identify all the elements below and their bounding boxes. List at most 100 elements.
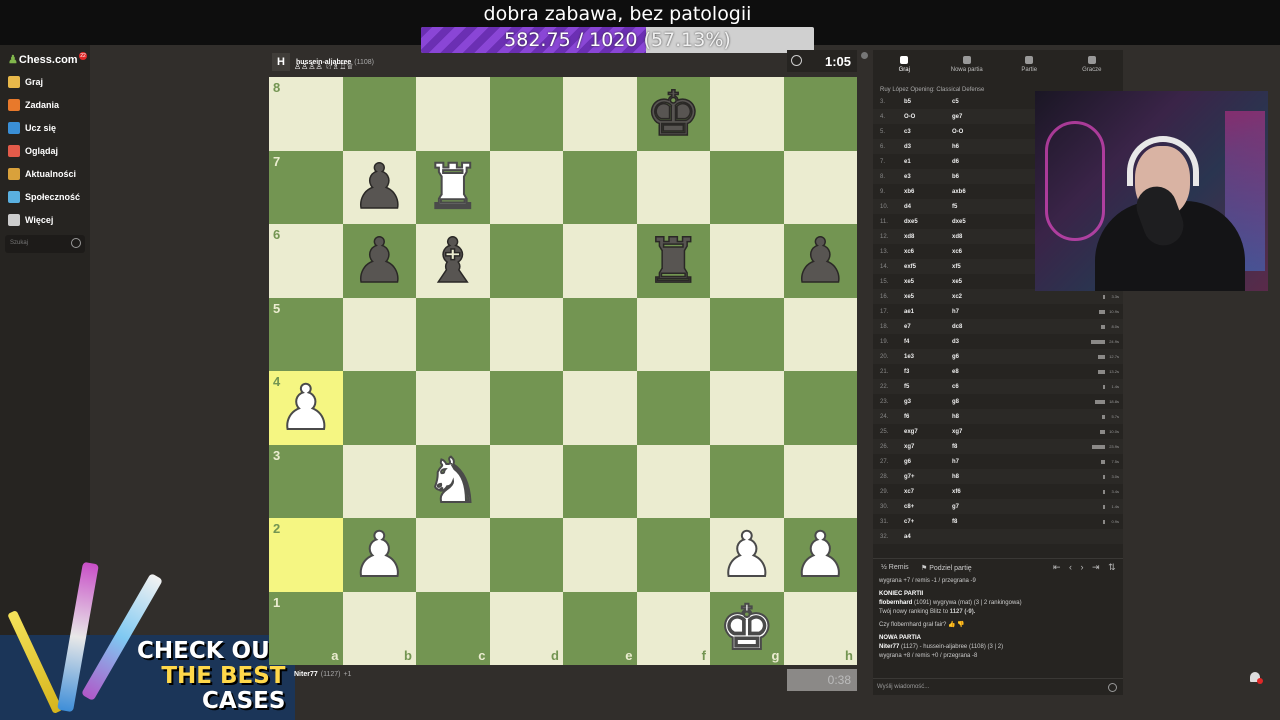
square-c8[interactable]: [416, 77, 490, 151]
white-king-icon[interactable]: ♚: [710, 592, 784, 666]
square-b1[interactable]: b: [342, 591, 416, 665]
black-bishop-icon[interactable]: ♝: [416, 224, 490, 298]
white-move[interactable]: exf5: [904, 264, 916, 270]
white-knight-icon[interactable]: ♞: [416, 445, 490, 519]
tab-0[interactable]: Graj: [873, 50, 936, 80]
square-d5[interactable]: [489, 297, 563, 371]
white-move[interactable]: f5: [904, 384, 909, 390]
square-c2[interactable]: [416, 518, 490, 592]
black-move[interactable]: h6: [952, 144, 959, 150]
square-b2[interactable]: ♟: [342, 518, 417, 592]
black-move[interactable]: c6: [952, 384, 959, 390]
white-move[interactable]: c7+: [904, 519, 914, 525]
black-move[interactable]: b6: [952, 174, 959, 180]
square-c6[interactable]: ♝: [416, 224, 490, 298]
black-move[interactable]: dxe5: [952, 219, 966, 225]
black-move[interactable]: f8: [952, 519, 957, 525]
white-pawn-icon[interactable]: ♟: [343, 518, 417, 592]
white-move[interactable]: e1: [904, 159, 911, 165]
tab-3[interactable]: Gracze: [1061, 50, 1124, 80]
black-move[interactable]: xd8: [952, 234, 962, 240]
black-move[interactable]: d3: [952, 339, 959, 345]
square-h3[interactable]: [783, 444, 857, 518]
tab-1[interactable]: Nowa partia: [936, 50, 999, 80]
white-move[interactable]: g7+: [904, 474, 915, 480]
move-navigation-arrows[interactable]: ⇤ ‹ › ⇥ ⇅: [1053, 562, 1119, 573]
black-move[interactable]: f8: [952, 444, 957, 450]
white-move[interactable]: xc6: [904, 249, 914, 255]
white-pawn-icon[interactable]: ♟: [710, 518, 784, 592]
square-e1[interactable]: e: [563, 591, 637, 665]
square-f4[interactable]: [636, 371, 710, 445]
black-rook-icon[interactable]: ♜: [637, 224, 711, 298]
black-pawn-icon[interactable]: ♟: [784, 224, 858, 298]
white-move[interactable]: xg7: [904, 444, 914, 450]
square-d6[interactable]: [489, 224, 563, 298]
black-move[interactable]: h8: [952, 474, 959, 480]
square-b5[interactable]: [342, 297, 416, 371]
square-g2[interactable]: ♟: [710, 518, 784, 592]
black-move[interactable]: xc6: [952, 249, 962, 255]
black-move[interactable]: d6: [952, 159, 959, 165]
white-move[interactable]: 1e3: [904, 354, 914, 360]
square-a5[interactable]: 5: [269, 297, 343, 371]
sidebar-item-1[interactable]: Zadania: [8, 97, 59, 113]
chess-board[interactable]: 8 ♚ 7 ♟ ♜ 6 ♟ ♝ ♜ ♟ 5 4 ♟ 3 ♞ 2 ♟ ♟ ♟ 1 a b c d e f g ♚ h: [269, 77, 857, 665]
top-player-avatar[interactable]: H: [272, 53, 290, 71]
black-move[interactable]: xe5: [952, 279, 962, 285]
black-move[interactable]: h7: [952, 309, 959, 315]
white-move[interactable]: c8+: [904, 504, 914, 510]
white-move[interactable]: b5: [904, 99, 911, 105]
white-move[interactable]: c3: [904, 129, 911, 135]
white-pawn-icon[interactable]: ♟: [784, 518, 858, 592]
square-b6[interactable]: ♟: [342, 224, 416, 298]
square-g6[interactable]: [710, 224, 784, 298]
draw-button[interactable]: ½ Remis: [881, 564, 909, 571]
square-a6[interactable]: 6: [269, 224, 343, 298]
black-move[interactable]: xg7: [952, 429, 962, 435]
share-game-button[interactable]: ⚑ Podziel partię: [921, 564, 972, 572]
sidebar-item-5[interactable]: Społeczność: [8, 189, 80, 205]
square-d4[interactable]: [489, 371, 563, 445]
emoji-icon[interactable]: [1108, 683, 1117, 692]
white-move[interactable]: e7: [904, 324, 911, 330]
close-icon[interactable]: [861, 52, 868, 59]
square-h5[interactable]: [783, 297, 857, 371]
square-a4[interactable]: 4 ♟: [269, 371, 343, 445]
square-g3[interactable]: [710, 444, 784, 518]
square-e4[interactable]: [563, 371, 637, 445]
square-c7[interactable]: ♜: [416, 150, 490, 225]
thumbs-down-icon[interactable]: 👎: [957, 622, 964, 628]
black-move[interactable]: f5: [952, 204, 957, 210]
white-move[interactable]: f3: [904, 369, 909, 375]
black-move[interactable]: h8: [952, 414, 959, 420]
square-b3[interactable]: [342, 444, 416, 518]
white-move[interactable]: g3: [904, 399, 911, 405]
square-f1[interactable]: f: [636, 591, 710, 665]
square-c1[interactable]: c: [416, 591, 490, 665]
square-e8[interactable]: [563, 77, 637, 151]
chesscom-logo[interactable]: ♟Chess.com: [8, 53, 78, 66]
black-move[interactable]: g7: [952, 504, 959, 510]
white-move[interactable]: xd8: [904, 234, 914, 240]
search-icon[interactable]: [71, 238, 81, 248]
white-move[interactable]: xc7: [904, 489, 914, 495]
chat-new-game-user[interactable]: Niter77: [879, 644, 899, 650]
white-move[interactable]: xb6: [904, 189, 914, 195]
white-move[interactable]: exg7: [904, 429, 918, 435]
square-g7[interactable]: [710, 150, 784, 224]
square-c5[interactable]: [416, 297, 490, 371]
square-f2[interactable]: [636, 518, 710, 592]
square-e2[interactable]: [563, 518, 637, 592]
square-c3[interactable]: ♞: [416, 444, 490, 519]
sidebar-item-0[interactable]: Graj: [8, 74, 43, 90]
square-b7[interactable]: ♟: [342, 150, 417, 225]
square-d8[interactable]: [489, 77, 563, 151]
black-pawn-icon[interactable]: ♟: [343, 151, 417, 225]
white-rook-icon[interactable]: ♜: [416, 151, 490, 225]
bottom-player-name[interactable]: Niter77: [294, 671, 318, 678]
black-move[interactable]: dc8: [952, 324, 962, 330]
white-move[interactable]: xe5: [904, 279, 914, 285]
black-move[interactable]: ge7: [952, 114, 962, 120]
black-move[interactable]: O-O: [952, 129, 963, 135]
